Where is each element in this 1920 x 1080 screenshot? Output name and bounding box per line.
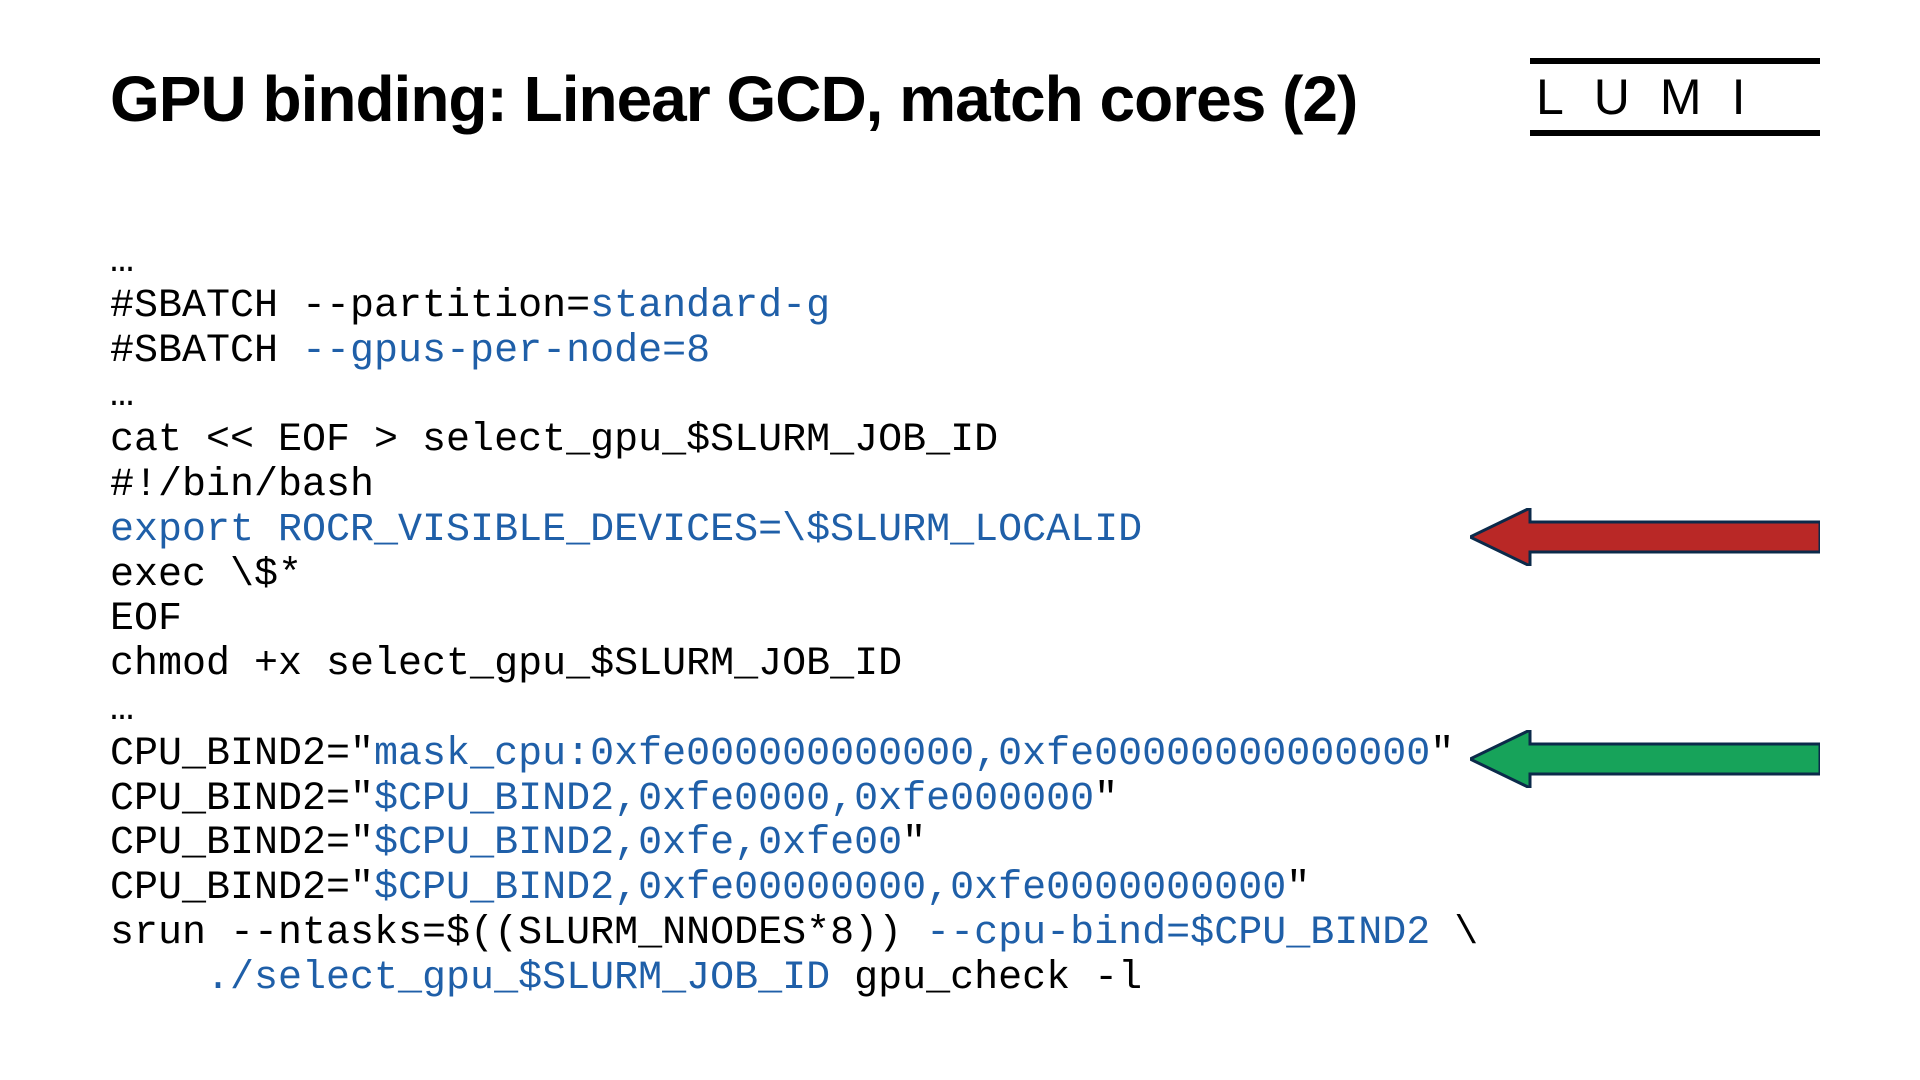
code-line: srun --ntasks=$((SLURM_NNODES*8)) --cpu-… bbox=[110, 911, 1478, 956]
code-line: CPU_BIND2="$CPU_BIND2,0xfe,0xfe00" bbox=[110, 821, 926, 866]
code-line: chmod +x select_gpu_$SLURM_JOB_ID bbox=[110, 642, 902, 687]
code-line: CPU_BIND2="mask_cpu:0xfe000000000000,0xf… bbox=[110, 732, 1454, 777]
code-line: ./select_gpu_$SLURM_JOB_ID gpu_check -l bbox=[110, 956, 1142, 1001]
code-line-highlight: export ROCR_VISIBLE_DEVICES=\$SLURM_LOCA… bbox=[110, 508, 1142, 553]
code-line: #SBATCH --gpus-per-node=8 bbox=[110, 329, 710, 374]
arrow-shape bbox=[1470, 730, 1820, 788]
code-block: … #SBATCH --partition=standard-g #SBATCH… bbox=[110, 240, 1478, 1002]
slide-title: GPU binding: Linear GCD, match cores (2) bbox=[110, 62, 1357, 136]
code-line: EOF bbox=[110, 597, 182, 642]
red-arrow-icon bbox=[1470, 508, 1820, 566]
code-line: #SBATCH --partition=standard-g bbox=[110, 284, 830, 329]
code-line: … bbox=[110, 373, 134, 418]
green-arrow-icon bbox=[1470, 730, 1820, 788]
code-line: … bbox=[110, 239, 134, 284]
arrow-shape bbox=[1470, 508, 1820, 566]
logo-bar-bottom bbox=[1530, 130, 1820, 136]
logo-text: LUMI bbox=[1530, 64, 1820, 130]
lumi-logo: LUMI bbox=[1530, 58, 1820, 136]
code-line: #!/bin/bash bbox=[110, 463, 374, 508]
code-line: cat << EOF > select_gpu_$SLURM_JOB_ID bbox=[110, 418, 998, 463]
code-line: … bbox=[110, 687, 134, 732]
code-line: exec \$* bbox=[110, 553, 302, 598]
code-line: CPU_BIND2="$CPU_BIND2,0xfe0000,0xfe00000… bbox=[110, 777, 1118, 822]
code-line: CPU_BIND2="$CPU_BIND2,0xfe00000000,0xfe0… bbox=[110, 866, 1310, 911]
